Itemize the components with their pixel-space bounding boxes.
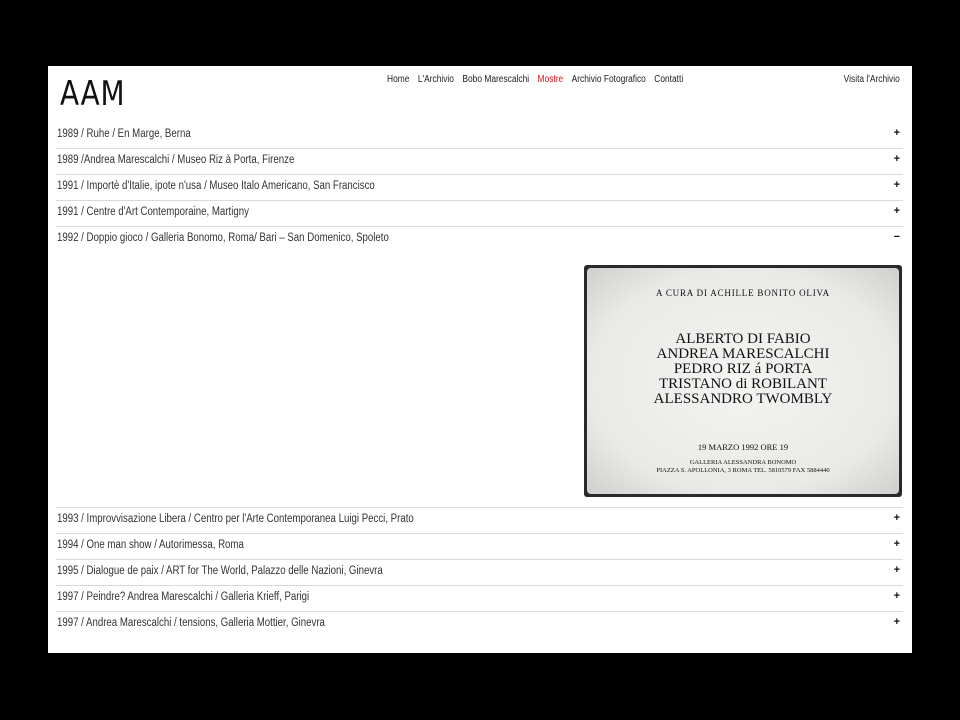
accordion-item[interactable]: 1995 / Dialogue de paix / ART for The Wo… [56, 560, 903, 586]
artist-name: TRISTANO di ROBILANT [659, 376, 827, 392]
expand-toggle-icon[interactable]: + [894, 127, 900, 139]
site-logo[interactable]: AAM [60, 75, 125, 113]
invitation-gallery: GALLERIA ALESSANDRA BONOMO PIAZZA S. APO… [587, 459, 899, 475]
expand-toggle-icon[interactable]: + [894, 179, 900, 191]
accordion-item-label: 1997 / Peindre? Andrea Marescalchi / Gal… [57, 591, 310, 603]
accordion-item[interactable]: 1997 / Peindre? Andrea Marescalchi / Gal… [56, 586, 903, 612]
collapse-toggle-icon[interactable]: − [894, 231, 900, 243]
invitation-artists: ALBERTO DI FABIO ANDREA MARESCALCHI PEDR… [587, 332, 899, 407]
invitation-date: 19 MARZO 1992 ORE 19 [697, 442, 789, 452]
accordion-item[interactable]: 1993 / Improvvisazione Libera / Centro p… [56, 508, 903, 534]
exhibition-invitation-image[interactable]: A CURA DI ACHILLE BONITO OLIVA ALBERTO D… [584, 265, 902, 497]
accordion-item[interactable]: 1991 / Importè d'Italie, ipote n'usa / M… [56, 175, 903, 201]
expand-toggle-icon[interactable]: + [894, 153, 900, 165]
artist-name: PEDRO RIZ á PORTA [673, 361, 813, 377]
artist-name: ALESSANDRO TWOMBLY [653, 391, 833, 407]
accordion-item-label: 1994 / One man show / Autorimessa, Roma [57, 539, 244, 551]
accordion-item[interactable]: 1994 / One man show / Autorimessa, Roma … [56, 534, 903, 560]
accordion-item-label: 1995 / Dialogue de paix / ART for The Wo… [57, 565, 383, 577]
nav-mostre[interactable]: Mostre [538, 74, 564, 85]
nav-archivio[interactable]: L'Archivio [418, 74, 454, 85]
invitation-curator: A CURA DI ACHILLE BONITO OLIVA [656, 288, 830, 298]
accordion-item[interactable]: 1991 / Centre d'Art Contemporaine, Marti… [56, 201, 903, 227]
nav-contatti[interactable]: Contatti [654, 74, 683, 85]
expand-toggle-icon[interactable]: + [894, 512, 900, 524]
accordion-item-label: 1991 / Centre d'Art Contemporaine, Marti… [57, 206, 249, 218]
expand-toggle-icon[interactable]: + [894, 538, 900, 550]
expand-toggle-icon[interactable]: + [894, 616, 900, 628]
nav-home[interactable]: Home [387, 74, 409, 85]
accordion-item-open: 1992 / Doppio gioco / Galleria Bonomo, R… [56, 227, 903, 508]
expand-toggle-icon[interactable]: + [894, 205, 900, 217]
gallery-name: GALLERIA ALESSANDRA BONOMO [689, 459, 797, 466]
page: AAM Home L'Archivio Bobo Marescalchi Mos… [48, 66, 912, 653]
accordion-item-label: 1989 /Andrea Marescalchi / Museo Riz à P… [57, 154, 295, 166]
gallery-address: PIAZZA S. APOLLONIA, 3 ROMA TEL. 5810579… [656, 467, 830, 474]
accordion-item[interactable]: 1989 / Ruhe / En Marge, Berna + [56, 123, 903, 149]
accordion-item[interactable]: 1989 /Andrea Marescalchi / Museo Riz à P… [56, 149, 903, 175]
nav-bobo-marescalchi[interactable]: Bobo Marescalchi [462, 74, 529, 85]
accordion-item-label: 1997 / Andrea Marescalchi / tensions, Ga… [57, 617, 325, 629]
expand-toggle-icon[interactable]: + [894, 564, 900, 576]
artist-name: ALBERTO DI FABIO [675, 331, 811, 347]
accordion-item[interactable]: 1997 / Andrea Marescalchi / tensions, Ga… [56, 612, 903, 637]
accordion-item-label: 1991 / Importè d'Italie, ipote n'usa / M… [57, 180, 375, 192]
expand-toggle-icon[interactable]: + [894, 590, 900, 602]
main-nav: Home L'Archivio Bobo Marescalchi Mostre … [387, 74, 692, 85]
visit-archive-link[interactable]: Visita l'Archivio [844, 74, 900, 85]
accordion-item-label: 1989 / Ruhe / En Marge, Berna [57, 128, 191, 140]
accordion-item-header[interactable]: 1992 / Doppio gioco / Galleria Bonomo, R… [56, 227, 903, 252]
accordion-item-label: 1993 / Improvvisazione Libera / Centro p… [57, 513, 414, 525]
accordion-item-label: 1992 / Doppio gioco / Galleria Bonomo, R… [57, 232, 389, 244]
exhibitions-accordion: 1989 / Ruhe / En Marge, Berna + 1989 /An… [56, 123, 903, 637]
nav-archivio-fotografico[interactable]: Archivio Fotografico [572, 74, 646, 85]
artist-name: ANDREA MARESCALCHI [656, 346, 830, 362]
